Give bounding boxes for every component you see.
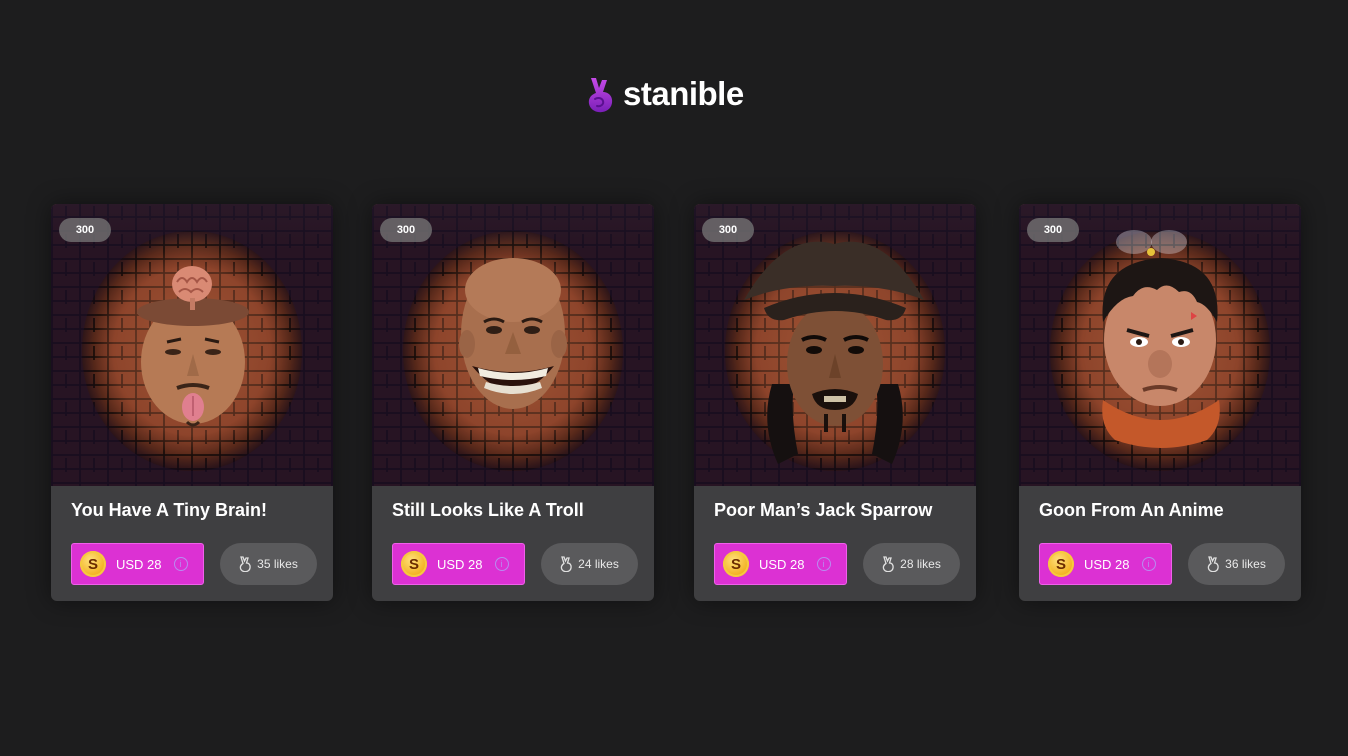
info-icon[interactable]: i: [816, 557, 831, 571]
collectible-card[interactable]: 300 You Have A Tiny Brain! S USD 28 i 35…: [51, 204, 333, 601]
stanible-coin-icon: S: [80, 551, 106, 577]
avatar-troll-face-image: [459, 258, 567, 409]
card-title[interactable]: You Have A Tiny Brain!: [71, 500, 267, 521]
collectible-card[interactable]: 300 Poor Man’s Jack Sparrow S USD 28 i 2…: [694, 204, 976, 601]
price-button[interactable]: S USD 28 i: [392, 543, 525, 585]
card-title[interactable]: Poor Man’s Jack Sparrow: [714, 500, 932, 521]
card-image[interactable]: 300: [372, 204, 654, 486]
likes-label: 28 likes: [900, 557, 941, 571]
stanible-coin-icon: S: [723, 551, 749, 577]
card-image[interactable]: 300: [1019, 204, 1301, 486]
likes-label: 35 likes: [257, 557, 298, 571]
edition-badge: 300: [1027, 218, 1079, 242]
page: stanible 300 You Have A Tiny Brain! S US…: [0, 0, 1348, 756]
edition-badge: 300: [702, 218, 754, 242]
card-image[interactable]: 300: [694, 204, 976, 486]
collectible-card[interactable]: 300 Goon From An Anime S USD 28 i 36 lik…: [1019, 204, 1301, 601]
likes-button[interactable]: 28 likes: [863, 543, 960, 585]
card-image[interactable]: 300: [51, 204, 333, 486]
stanible-coin-icon: S: [1048, 551, 1074, 577]
crossed-fingers-icon: [1207, 556, 1219, 572]
avatar-pirate-face-image: [744, 241, 924, 464]
card-title[interactable]: Still Looks Like A Troll: [392, 500, 584, 521]
info-icon[interactable]: i: [494, 557, 509, 571]
price-label: USD 28: [437, 556, 483, 572]
likes-label: 36 likes: [1225, 557, 1266, 571]
price-label: USD 28: [759, 556, 805, 572]
avatar-anime-goon-image: [1102, 230, 1220, 448]
price-label: USD 28: [1084, 556, 1130, 572]
info-icon[interactable]: i: [1141, 557, 1156, 571]
card-title[interactable]: Goon From An Anime: [1039, 500, 1224, 521]
crossed-fingers-icon: [560, 556, 572, 572]
crossed-fingers-icon: [882, 556, 894, 572]
price-label: USD 28: [116, 556, 162, 572]
stanible-coin-icon: S: [401, 551, 427, 577]
edition-badge: 300: [59, 218, 111, 242]
collectible-card[interactable]: 300 Still Looks Like A Troll S USD 28 i …: [372, 204, 654, 601]
price-button[interactable]: S USD 28 i: [71, 543, 204, 585]
card-grid: 300 You Have A Tiny Brain! S USD 28 i 35…: [0, 0, 1348, 756]
avatar-brain-face-image: [137, 266, 249, 427]
crossed-fingers-icon: [239, 556, 251, 572]
likes-button[interactable]: 35 likes: [220, 543, 317, 585]
likes-button[interactable]: 24 likes: [541, 543, 638, 585]
likes-label: 24 likes: [578, 557, 619, 571]
price-button[interactable]: S USD 28 i: [714, 543, 847, 585]
info-icon[interactable]: i: [173, 557, 188, 571]
edition-badge: 300: [380, 218, 432, 242]
likes-button[interactable]: 36 likes: [1188, 543, 1285, 585]
price-button[interactable]: S USD 28 i: [1039, 543, 1172, 585]
